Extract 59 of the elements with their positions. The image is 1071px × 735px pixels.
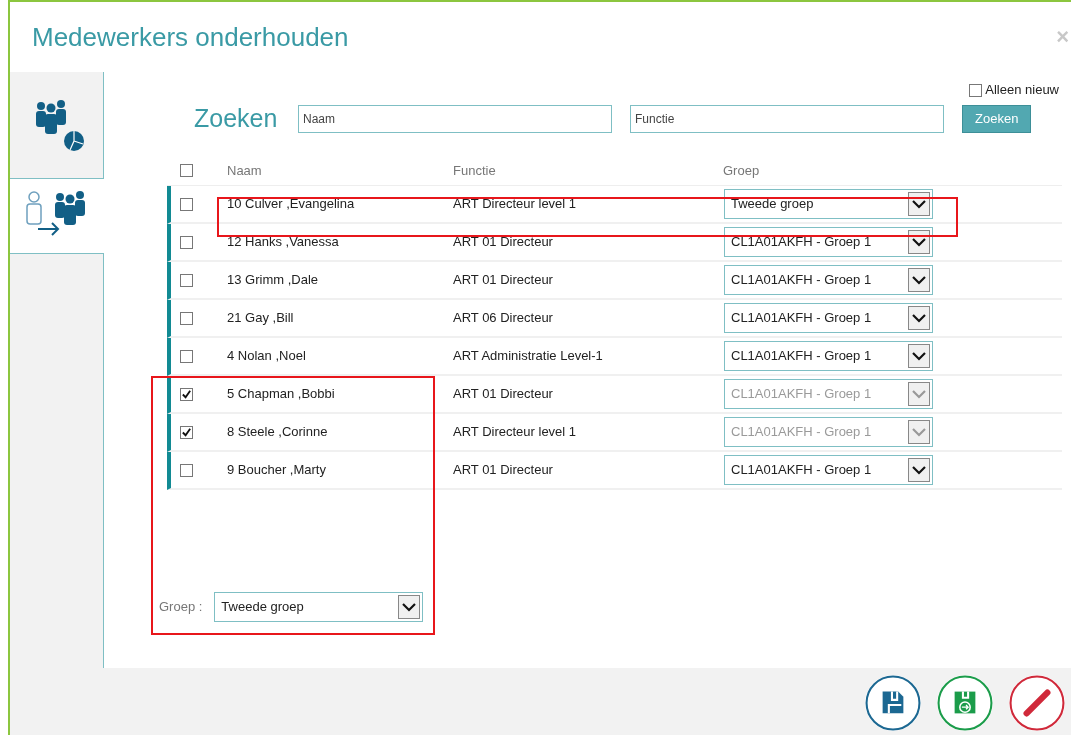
group-dropdown[interactable]: Tweede groep <box>724 189 933 219</box>
search-title: Zoeken <box>194 103 279 135</box>
function-cell-text: ART Directeur level 1 <box>453 423 578 442</box>
checkbox[interactable] <box>969 83 983 97</box>
chevron-icon <box>908 192 930 216</box>
chevron-icon <box>908 306 930 330</box>
chevron-icon <box>398 595 421 619</box>
table-row[interactable]: 12 Hanks ,Vanessa ART 01 Directeur CL1A01AKFH - Groep 1 <box>167 224 1062 262</box>
function-cell-text: ART 01 Directeur <box>453 271 554 290</box>
checkbox[interactable] <box>180 164 193 177</box>
function-cell-text: ART Directeur level 1 <box>453 195 578 214</box>
chevron-icon <box>908 230 930 254</box>
table-row[interactable]: 4 Nolan ,Noel ART Administratie Level-1 CL1A01AKFH - Groep 1 <box>167 338 1062 376</box>
group-dropdown[interactable]: CL1A01AKFH - Groep 1 <box>724 227 933 257</box>
table-row[interactable]: 21 Gay ,Bill ART 06 Directeur CL1A01AKFH - Groep 1 <box>167 300 1062 338</box>
chevron-icon <box>908 458 930 482</box>
window-title: Medewerkers onderhouden <box>32 20 349 54</box>
name-cell-text: 12 Hanks ,Vanessa <box>227 233 340 252</box>
group-dropdown[interactable]: Tweede groep <box>214 592 424 622</box>
chevron-icon <box>908 268 930 292</box>
checkbox[interactable] <box>180 311 193 325</box>
save-next-button[interactable] <box>937 674 993 731</box>
save-button[interactable] <box>865 674 921 731</box>
name-cell-text: 4 Nolan ,Noel <box>227 347 307 366</box>
chevron-icon <box>908 382 930 406</box>
table-row[interactable]: 13 Grimm ,Dale ART 01 Directeur CL1A01AKFH - Groep 1 <box>167 262 1062 300</box>
column-header: Groep <box>723 161 760 180</box>
name-cell-text: 10 Culver ,Evangelina <box>227 195 356 214</box>
table-row[interactable]: 10 Culver ,Evangelina ART Directeur level 1 Tweede groep <box>167 186 1062 224</box>
function-cell-text: ART 01 Directeur <box>453 233 554 252</box>
checkbox[interactable] <box>180 349 193 363</box>
name-cell-text: 13 Grimm ,Dale <box>227 271 320 290</box>
group-dropdown[interactable]: CL1A01AKFH - Groep 1 <box>724 303 933 333</box>
function-cell-text: ART 01 Directeur <box>453 461 554 480</box>
function-cell-text: ART Administratie Level-1 <box>453 347 604 366</box>
name-cell-text: 21 Gay ,Bill <box>227 309 295 328</box>
function-cell-text: ART 06 Directeur <box>453 309 554 328</box>
column-header: Functie <box>453 161 497 180</box>
group-dropdown[interactable]: CL1A01AKFH - Groep 1 <box>724 455 933 485</box>
only-new-label: Alleen nieuw <box>985 81 1059 100</box>
function-field[interactable]: Functie <box>630 105 944 133</box>
name-field[interactable]: Naam <box>298 105 612 133</box>
side-tab[interactable] <box>10 179 104 254</box>
name-cell-text: 9 Boucher ,Marty <box>227 461 327 480</box>
checkbox[interactable] <box>180 463 193 477</box>
checkbox[interactable] <box>180 197 193 211</box>
name-cell-text: 8 Steele ,Corinne <box>227 423 329 442</box>
table-row[interactable]: 9 Boucher ,Marty ART 01 Directeur CL1A01AKFH - Groep 1 <box>167 452 1062 490</box>
group-dropdown[interactable]: CL1A01AKFH - Groep 1 <box>724 341 933 371</box>
chevron-icon <box>908 344 930 368</box>
checkbox[interactable] <box>180 235 193 249</box>
column-header: Naam <box>227 161 263 180</box>
checkbox[interactable] <box>180 273 193 287</box>
group-dropdown[interactable]: CL1A01AKFH - Groep 1 <box>724 265 933 295</box>
function-cell-text: ART 01 Directeur <box>453 385 554 404</box>
chevron-icon <box>908 420 930 444</box>
group-label: Groep : <box>159 598 203 617</box>
cancel-button[interactable] <box>1009 674 1065 731</box>
name-cell-text: 5 Chapman ,Bobbi <box>227 385 336 404</box>
